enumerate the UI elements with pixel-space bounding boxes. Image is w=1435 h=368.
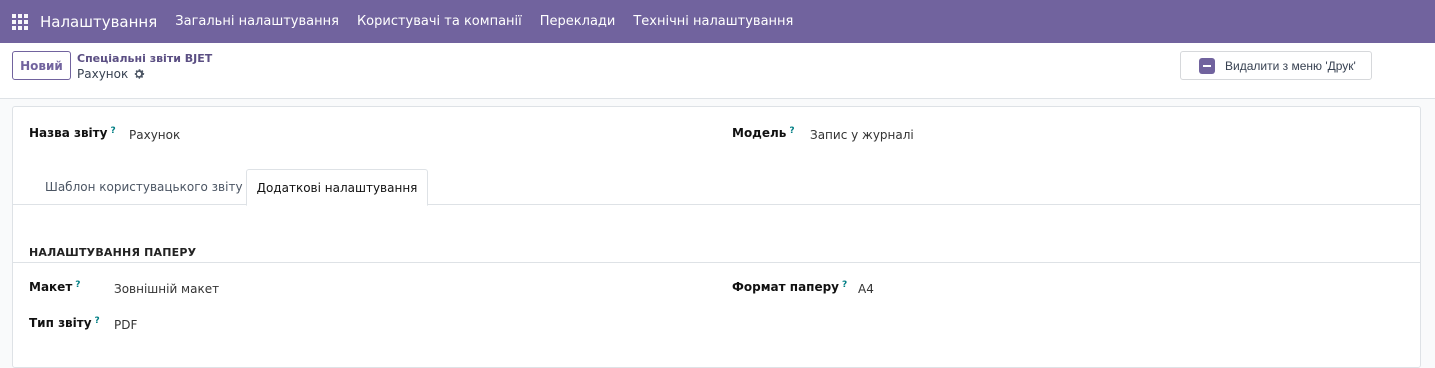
breadcrumb-current-label: Рахунок	[77, 67, 129, 81]
remove-from-print-menu-label: Видалити з меню 'Друк'	[1225, 58, 1356, 73]
layout-field[interactable]: Зовнішній макет	[114, 282, 219, 296]
control-panel: Новий Спеціальні звіти BJET Рахунок Вида…	[0, 43, 1435, 99]
breadcrumb-current: Рахунок	[77, 67, 145, 81]
remove-from-print-menu-button[interactable]: Видалити з меню 'Друк'	[1180, 51, 1372, 80]
help-tooltip-icon[interactable]: ?	[110, 126, 115, 136]
menu-translations[interactable]: Переклади	[540, 14, 616, 29]
section-divider	[13, 262, 1420, 263]
help-tooltip-icon[interactable]: ?	[95, 316, 100, 326]
menu-technical[interactable]: Технічні налаштування	[633, 14, 793, 29]
menu-users-companies[interactable]: Користувачі та компанії	[357, 14, 522, 29]
report-type-label: Тип звіту?	[29, 316, 100, 330]
menu-general-settings[interactable]: Загальні налаштування	[175, 14, 339, 29]
paper-format-label: Формат паперу?	[732, 280, 848, 294]
help-tooltip-icon[interactable]: ?	[75, 280, 80, 290]
form-sheet: Назва звіту? Рахунок Модель? Запис у жур…	[12, 106, 1421, 368]
tabs-divider	[13, 204, 1420, 205]
report-type-field[interactable]: PDF	[114, 318, 137, 332]
layout-label: Макет?	[29, 280, 81, 294]
breadcrumb-parent[interactable]: Спеціальні звіти BJET	[77, 52, 212, 65]
minus-square-icon	[1199, 57, 1215, 74]
report-name-field[interactable]: Рахунок	[129, 128, 180, 142]
tab-custom-report-template[interactable]: Шаблон користувацького звіту	[45, 169, 243, 204]
app-title[interactable]: Налаштування	[40, 13, 157, 31]
model-label: Модель?	[732, 126, 795, 140]
section-title-paper-settings: НАЛАШТУВАННЯ ПАПЕРУ	[29, 246, 197, 259]
help-tooltip-icon[interactable]: ?	[789, 126, 794, 136]
model-field[interactable]: Запис у журналі	[810, 128, 914, 142]
tab-additional-settings[interactable]: Додаткові налаштування	[246, 169, 428, 206]
apps-menu-icon[interactable]	[12, 13, 30, 31]
new-button[interactable]: Новий	[12, 51, 71, 80]
report-name-label: Назва звіту?	[29, 126, 116, 140]
gear-icon[interactable]	[133, 68, 145, 80]
help-tooltip-icon[interactable]: ?	[842, 280, 847, 290]
top-navbar: Налаштування Загальні налаштування Корис…	[0, 0, 1435, 43]
paper-format-field[interactable]: A4	[858, 282, 874, 296]
